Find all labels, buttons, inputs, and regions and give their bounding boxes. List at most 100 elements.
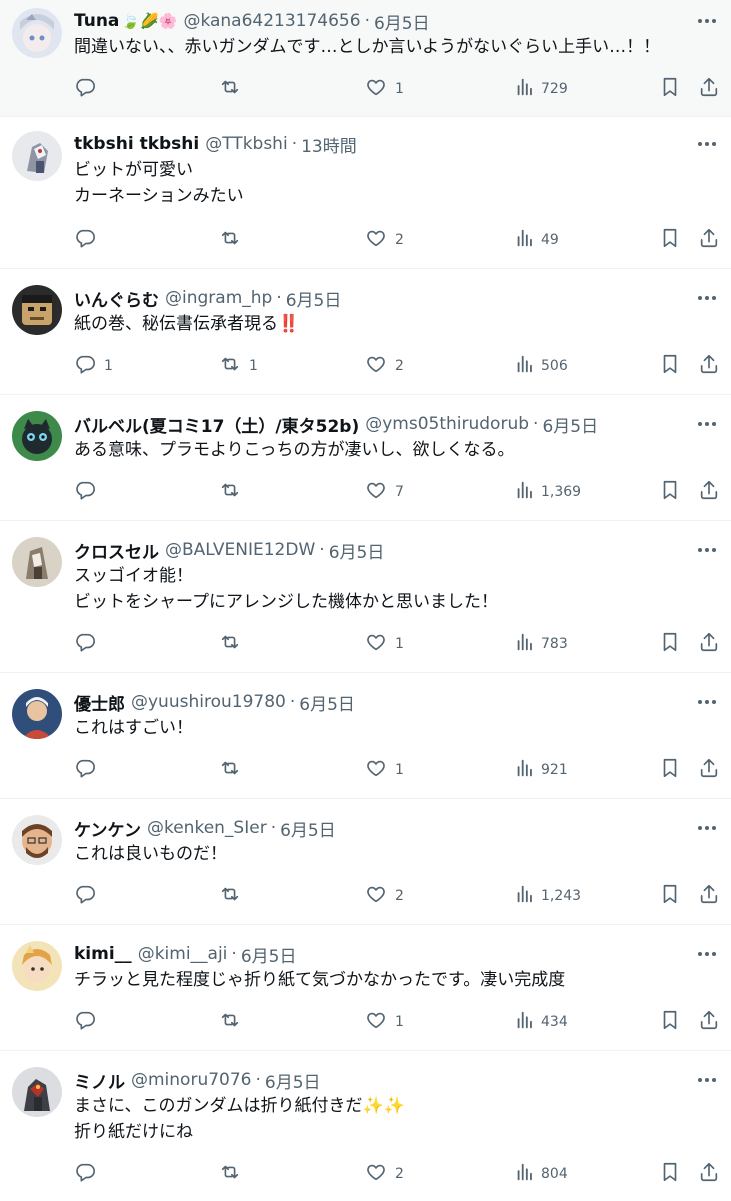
- more-icon[interactable]: [695, 943, 719, 965]
- share-button[interactable]: [698, 465, 720, 519]
- views-button[interactable]: 921: [514, 743, 568, 797]
- like-button[interactable]: 2: [365, 213, 404, 267]
- more-icon[interactable]: [695, 133, 719, 155]
- bookmark-button[interactable]: [659, 62, 681, 116]
- more-icon[interactable]: [695, 1069, 719, 1091]
- retweet-button[interactable]: [219, 743, 249, 797]
- like-button[interactable]: 7: [365, 465, 404, 519]
- avatar[interactable]: [12, 285, 62, 335]
- user-handle[interactable]: @yms05thirudorub: [365, 414, 529, 434]
- timestamp[interactable]: 6月5日: [241, 943, 297, 966]
- like-button[interactable]: 1: [365, 62, 404, 116]
- share-button[interactable]: [698, 995, 720, 1049]
- like-button[interactable]: 1: [365, 995, 404, 1049]
- reply-button[interactable]: [74, 995, 104, 1049]
- tweet[interactable]: Tuna 🍃🌽🌸 @kana64213174656 · 6月5日 間違いない、、赤…: [0, 0, 731, 117]
- user-handle[interactable]: @ingram_hp: [165, 288, 272, 308]
- reply-button[interactable]: [74, 869, 104, 923]
- views-button[interactable]: 783: [514, 617, 568, 671]
- display-name[interactable]: 優士郎: [74, 691, 125, 714]
- reply-button[interactable]: [74, 465, 104, 519]
- display-name[interactable]: ミノル: [74, 1069, 125, 1092]
- bookmark-button[interactable]: [659, 743, 681, 797]
- views-button[interactable]: 49: [514, 213, 559, 267]
- more-icon[interactable]: [695, 817, 719, 839]
- avatar[interactable]: [12, 537, 62, 587]
- share-button[interactable]: [698, 339, 720, 393]
- display-name[interactable]: いんぐらむ: [74, 287, 159, 310]
- timestamp[interactable]: 6月5日: [280, 817, 336, 840]
- display-name[interactable]: Tuna: [74, 11, 119, 31]
- tweet[interactable]: kimi__ @kimi__aji · 6月5日 チラッと見た程度じゃ折り紙て気…: [0, 925, 731, 1051]
- more-icon[interactable]: [695, 691, 719, 713]
- like-button[interactable]: 2: [365, 1147, 404, 1201]
- share-button[interactable]: [698, 869, 720, 923]
- views-button[interactable]: 506: [514, 339, 568, 393]
- share-button[interactable]: [698, 213, 720, 267]
- display-name[interactable]: tkbshi tkbshi: [74, 134, 199, 154]
- bookmark-button[interactable]: [659, 465, 681, 519]
- views-button[interactable]: 1,369: [514, 465, 581, 519]
- reply-button[interactable]: [74, 213, 104, 267]
- bookmark-button[interactable]: [659, 995, 681, 1049]
- retweet-button[interactable]: [219, 995, 249, 1049]
- reply-button[interactable]: [74, 62, 104, 116]
- like-button[interactable]: 1: [365, 743, 404, 797]
- views-button[interactable]: 804: [514, 1147, 568, 1201]
- timestamp[interactable]: 6月5日: [265, 1069, 321, 1092]
- avatar[interactable]: [12, 411, 62, 461]
- reply-button[interactable]: [74, 617, 104, 671]
- tweet[interactable]: いんぐらむ @ingram_hp · 6月5日 紙の巻、秘伝書伝承者現る‼️ 1…: [0, 269, 731, 395]
- views-button[interactable]: 434: [514, 995, 568, 1049]
- more-icon[interactable]: [695, 287, 719, 309]
- tweet[interactable]: tkbshi tkbshi @TTkbshi · 13時間 ビットが可愛い カー…: [0, 117, 731, 269]
- tweet[interactable]: バルベル(夏コミ17（土）/東タ52b) @yms05thirudorub · …: [0, 395, 731, 521]
- bookmark-button[interactable]: [659, 1147, 681, 1201]
- bookmark-button[interactable]: [659, 339, 681, 393]
- reply-button[interactable]: [74, 1147, 104, 1201]
- views-button[interactable]: 1,243: [514, 869, 581, 923]
- timestamp[interactable]: 6月5日: [329, 539, 385, 562]
- bookmark-button[interactable]: [659, 617, 681, 671]
- share-button[interactable]: [698, 617, 720, 671]
- like-button[interactable]: 2: [365, 339, 404, 393]
- timestamp[interactable]: 6月5日: [374, 10, 430, 33]
- bookmark-button[interactable]: [659, 213, 681, 267]
- reply-button[interactable]: 1: [74, 339, 113, 393]
- avatar[interactable]: [12, 689, 62, 739]
- user-handle[interactable]: @kana64213174656: [183, 11, 360, 31]
- timestamp[interactable]: 6月5日: [286, 287, 342, 310]
- avatar[interactable]: [12, 8, 62, 58]
- retweet-button[interactable]: [219, 213, 249, 267]
- display-name[interactable]: ケンケン: [74, 817, 141, 840]
- display-name[interactable]: バルベル(夏コミ17（土）/東タ52b): [74, 413, 359, 436]
- more-icon[interactable]: [695, 413, 719, 435]
- avatar[interactable]: [12, 1067, 62, 1117]
- views-button[interactable]: 729: [514, 62, 568, 116]
- user-handle[interactable]: @BALVENIE12DW: [165, 540, 315, 560]
- reply-button[interactable]: [74, 743, 104, 797]
- more-icon[interactable]: [695, 539, 719, 561]
- retweet-button[interactable]: [219, 465, 249, 519]
- avatar[interactable]: [12, 131, 62, 181]
- share-button[interactable]: [698, 62, 720, 116]
- display-name[interactable]: kimi__: [74, 944, 132, 964]
- timestamp[interactable]: 13時間: [301, 133, 357, 156]
- timestamp[interactable]: 6月5日: [299, 691, 355, 714]
- tweet[interactable]: ミノル @minoru7076 · 6月5日 まさに、このガンダムは折り紙付きだ…: [0, 1051, 731, 1191]
- timestamp[interactable]: 6月5日: [542, 413, 598, 436]
- display-name[interactable]: クロスセル: [74, 539, 159, 562]
- tweet[interactable]: クロスセル @BALVENIE12DW · 6月5日 スッゴイオ能！ ビットをシ…: [0, 521, 731, 673]
- user-handle[interactable]: @TTkbshi: [205, 134, 287, 154]
- tweet[interactable]: ケンケン @kenken_SIer · 6月5日 これは良いものだ！ 2 1,2…: [0, 799, 731, 925]
- user-handle[interactable]: @minoru7076: [131, 1070, 252, 1090]
- user-handle[interactable]: @kenken_SIer: [147, 818, 267, 838]
- bookmark-button[interactable]: [659, 869, 681, 923]
- like-button[interactable]: 2: [365, 869, 404, 923]
- avatar[interactable]: [12, 815, 62, 865]
- like-button[interactable]: 1: [365, 617, 404, 671]
- user-handle[interactable]: @yuushirou19780: [131, 692, 286, 712]
- more-icon[interactable]: [695, 10, 719, 32]
- retweet-button[interactable]: [219, 869, 249, 923]
- user-handle[interactable]: @kimi__aji: [138, 944, 228, 964]
